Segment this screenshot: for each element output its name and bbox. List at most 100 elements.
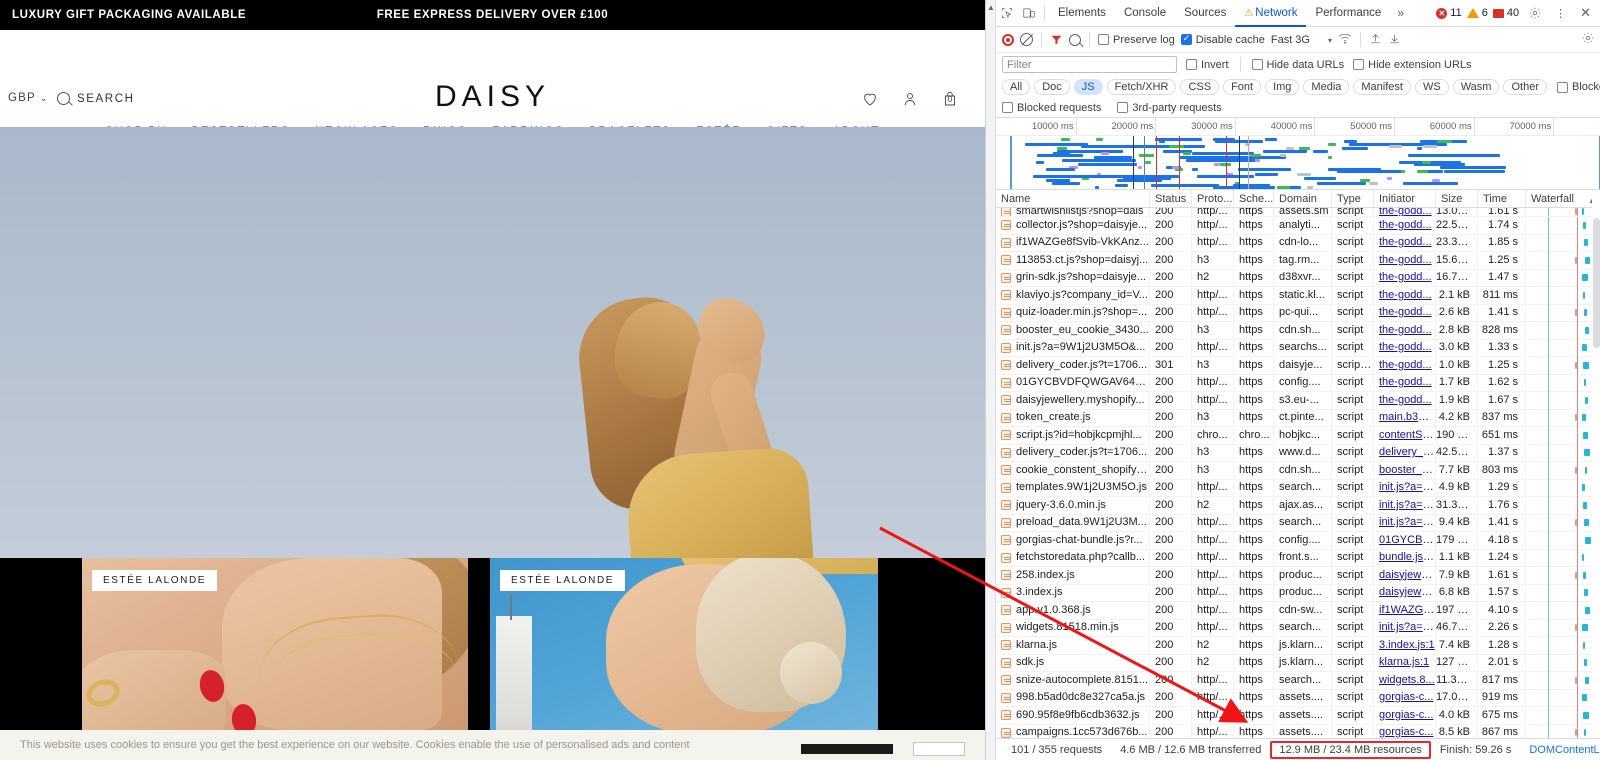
initiator-link[interactable]: 3.index.js:1 <box>1379 639 1435 651</box>
table-row[interactable]: booster_eu_cookie_3430... 200 h3 https cdn.s… <box>996 321 1600 340</box>
initiator-link[interactable]: the-godd... <box>1379 376 1432 388</box>
import-har-icon[interactable] <box>1369 32 1382 48</box>
filter-chip-img[interactable]: Img <box>1265 79 1300 95</box>
table-row[interactable]: init.js?a=9W1j2U3M5O&... 200 http/... https… <box>996 339 1600 357</box>
filter-chip-font[interactable]: Font <box>1223 79 1262 95</box>
initiator-link[interactable]: gorgias-c... <box>1379 709 1433 721</box>
table-row[interactable]: grin-sdk.js?shop=daisyje... 200 h2 https d38… <box>996 269 1600 287</box>
filter-icon[interactable] <box>1050 33 1063 46</box>
blocked-response-cookies-checkbox[interactable]: Blocked response cookies <box>1556 81 1600 93</box>
inspect-element-icon[interactable] <box>996 2 1018 24</box>
initiator-link[interactable]: init.js?a=9... <box>1379 516 1435 528</box>
account-person-icon[interactable] <box>901 90 919 108</box>
column-header-status[interactable]: Status <box>1150 190 1192 207</box>
table-row[interactable]: klaviyo.js?company_id=V... 200 http/... htt… <box>996 286 1600 305</box>
initiator-link[interactable]: the-godd... <box>1379 236 1432 248</box>
table-row[interactable]: script.js?id=hobjkcpmjhl... 200 chro... chr… <box>996 426 1600 445</box>
column-header-name[interactable]: Name <box>996 190 1150 207</box>
initiator-link[interactable]: the-godd... <box>1379 324 1432 336</box>
table-row[interactable]: 3.index.js 200 http/... https produc... scrip… <box>996 584 1600 602</box>
invert-checkbox[interactable]: Invert <box>1186 59 1229 71</box>
table-row[interactable]: 998.b5ad0dc8e327ca5a.js 200 http/... https a… <box>996 689 1600 707</box>
tab-console[interactable]: Console <box>1115 0 1175 27</box>
export-har-icon[interactable] <box>1388 32 1401 48</box>
table-row[interactable]: delivery_coder.js?t=1706... 200 h3 https www… <box>996 444 1600 462</box>
table-row[interactable]: sdk.js 200 h2 https js.klarn... script klarna.… <box>996 654 1600 672</box>
table-row[interactable]: cookie_constent_shopify_... 200 h3 https cdn… <box>996 461 1600 480</box>
table-row[interactable]: delivery_coder.js?t=1706... 301 h3 https dai… <box>996 356 1600 375</box>
close-devtools-icon[interactable]: ✕ <box>1575 5 1596 21</box>
table-row[interactable]: 258.index.js 200 http/... https produc... scr… <box>996 566 1600 585</box>
initiator-link[interactable]: widgets.8... <box>1379 674 1435 686</box>
initiator-link[interactable]: gorgias-c... <box>1379 691 1433 703</box>
initiator-link[interactable]: if1WAZGc... <box>1379 604 1435 616</box>
table-row[interactable]: snize-autocomplete.8151... 200 http/... htt… <box>996 671 1600 690</box>
more-options-icon[interactable]: ⋮ <box>1551 7 1570 20</box>
wishlist-heart-icon[interactable] <box>861 90 879 108</box>
network-settings-gear-icon[interactable] <box>1581 31 1595 48</box>
cookie-accept-button[interactable] <box>801 744 893 754</box>
cookie-settings-button[interactable] <box>913 742 965 756</box>
filter-chip-all[interactable]: All <box>1002 79 1031 95</box>
tab-sources[interactable]: Sources <box>1175 0 1235 27</box>
initiator-link[interactable]: bundle.js?... <box>1379 551 1435 563</box>
hide-extension-urls-checkbox[interactable]: Hide extension URLs <box>1353 59 1472 71</box>
record-button[interactable] <box>1002 33 1014 46</box>
overview-selection-window[interactable] <box>1010 136 1600 189</box>
initiator-link[interactable]: booster_e... <box>1379 464 1435 476</box>
column-header-size[interactable]: Size <box>1436 190 1478 207</box>
initiator-link[interactable]: init.js?a=9... <box>1379 621 1435 633</box>
initiator-link[interactable]: delivery_c... <box>1379 446 1435 458</box>
filter-chip-js[interactable]: JS <box>1073 79 1103 95</box>
table-row[interactable]: klarna.js 200 h2 https js.klarn... script 3.in… <box>996 636 1600 655</box>
preserve-log-checkbox[interactable]: Preserve log <box>1098 34 1175 46</box>
table-row[interactable]: if1WAZGe8fSvib-VkKAnz... 200 http/... https… <box>996 234 1600 252</box>
filter-input[interactable]: Filter <box>1002 56 1177 73</box>
column-header-type[interactable]: Type <box>1332 190 1374 207</box>
initiator-link[interactable]: the-godd... <box>1379 289 1432 301</box>
filter-chip-manifest[interactable]: Manifest <box>1353 79 1411 95</box>
search-icon[interactable] <box>1069 33 1081 46</box>
table-row[interactable]: gorgias-chat-bundle.js?r... 200 http/... ht… <box>996 531 1600 550</box>
column-header-initiator[interactable]: Initiator <box>1374 190 1436 207</box>
error-count[interactable]: ✕ 11 <box>1436 7 1462 19</box>
tab-performance[interactable]: Performance <box>1306 0 1390 27</box>
column-header-proto[interactable]: Proto... <box>1192 190 1234 207</box>
table-row[interactable]: 01GYCBVDFQWGAV64W... 200 http/... https conf… <box>996 374 1600 392</box>
filter-chip-wasm[interactable]: Wasm <box>1452 79 1500 95</box>
column-header-time[interactable]: Time <box>1478 190 1526 207</box>
table-scrollbar[interactable] <box>1592 190 1600 738</box>
settings-gear-icon[interactable] <box>1524 2 1546 24</box>
initiator-link[interactable]: gorgias-c... <box>1379 726 1433 738</box>
table-row[interactable]: collector.js?shop=daisyje... 200 http/... h… <box>996 216 1600 235</box>
initiator-link[interactable]: init.js?a=9... <box>1379 481 1435 493</box>
initiator-link[interactable]: 01GYCBV... <box>1379 534 1435 546</box>
initiator-link[interactable]: the-godd... <box>1379 341 1432 353</box>
table-row[interactable]: token_create.js 200 h3 https ct.pinte... scri… <box>996 409 1600 427</box>
initiator-link[interactable]: daisyjewel... <box>1379 569 1435 581</box>
initiator-link[interactable]: main.b3ba... <box>1379 411 1435 423</box>
table-row[interactable]: daisyjewellery.myshopify... 200 http/... ht… <box>996 391 1600 410</box>
filter-chip-ws[interactable]: WS <box>1414 79 1449 95</box>
table-row[interactable]: jquery-3.6.0.min.js 200 h2 https ajax.as... s… <box>996 496 1600 515</box>
filter-chip-media[interactable]: Media <box>1303 79 1350 95</box>
more-tabs-icon[interactable]: » <box>1390 6 1411 20</box>
initiator-link[interactable]: the-godd... <box>1379 254 1432 266</box>
table-row[interactable]: app.v1.0.368.js 200 http/... https cdn-sw...… <box>996 601 1600 620</box>
tab-network[interactable]: ⚠ Network <box>1235 0 1306 27</box>
table-row[interactable]: fetchstoredata.php?callb... 200 http/... ht… <box>996 549 1600 567</box>
message-count[interactable]: 40 <box>1492 7 1519 19</box>
product-card-earring[interactable]: ESTÉE LALONDE <box>490 558 878 730</box>
initiator-link[interactable]: the-godd... <box>1379 394 1432 406</box>
initiator-link[interactable]: init.js?a=9... <box>1379 499 1435 511</box>
brand-logo[interactable]: DAISY <box>0 80 985 114</box>
hide-data-urls-checkbox[interactable]: Hide data URLs <box>1251 59 1344 71</box>
filter-chip-css[interactable]: CSS <box>1180 79 1220 95</box>
blocked-requests-checkbox[interactable]: Blocked requests <box>1002 102 1101 114</box>
table-row[interactable]: widgets.81518.min.js 200 http/... https sear… <box>996 619 1600 637</box>
network-conditions-icon[interactable] <box>1338 32 1352 47</box>
disable-cache-checkbox[interactable]: Disable cache <box>1180 33 1265 46</box>
initiator-link[interactable]: the-godd... <box>1379 271 1432 283</box>
table-row[interactable]: 690.95f8e9fb6cdb3632.js 200 http/... https a… <box>996 706 1600 725</box>
cart-bag-icon[interactable]: 0 <box>941 90 959 108</box>
